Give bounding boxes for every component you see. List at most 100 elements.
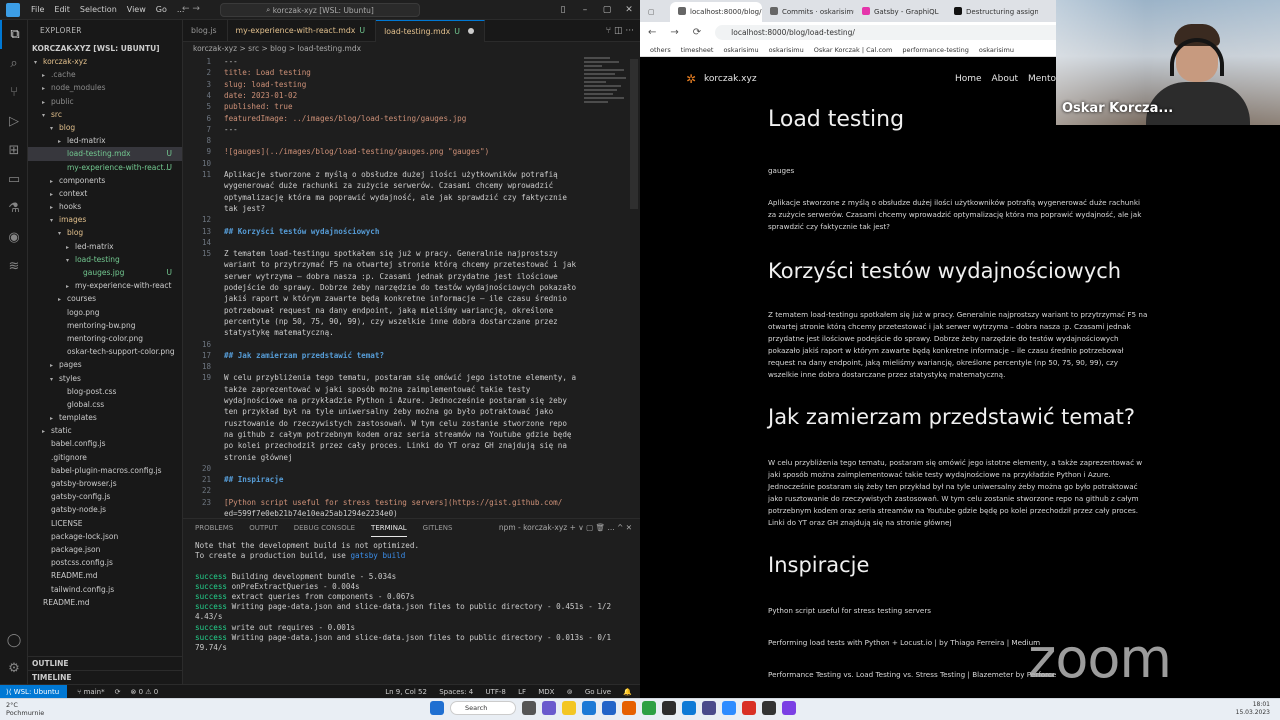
bookmark-item[interactable]: oskarisimu	[723, 46, 758, 54]
sync-icon[interactable]: ⟳	[115, 688, 121, 696]
code-line[interactable]: Z tematem load-testingu spotkałem się ju…	[224, 249, 558, 258]
docker-icon[interactable]: ≋	[0, 252, 28, 281]
menu-selection[interactable]: Selection	[75, 5, 122, 14]
tree-item[interactable]: gatsby-config.js	[28, 490, 182, 503]
tree-item[interactable]: ▸ courses	[28, 292, 182, 305]
workspace-root[interactable]: KORCZAK-XYZ [WSL: UBUNTU]	[28, 42, 182, 55]
tree-item[interactable]: ▸ led-matrix	[28, 240, 182, 253]
tree-item[interactable]: ▾ styles	[28, 372, 182, 385]
end-of-line[interactable]: LF	[518, 688, 526, 696]
terminal-icon[interactable]	[662, 701, 676, 715]
code-line[interactable]: ten przykład był na tyle uniwersalny żeb…	[224, 407, 553, 416]
layout-toggle-icon[interactable]: ▯	[552, 0, 574, 20]
site-name[interactable]: korczak.xyz	[704, 74, 757, 84]
article-link[interactable]: Python script useful for stress testing …	[768, 605, 1148, 617]
code-line[interactable]: featuredImage: ../images/blog/load-testi…	[224, 114, 466, 123]
task-view-icon[interactable]	[522, 701, 536, 715]
tree-item[interactable]: ▾ src	[28, 108, 182, 121]
search-view-icon[interactable]: ⌕	[0, 49, 28, 78]
menu-go[interactable]: Go	[151, 5, 172, 14]
code-line[interactable]: Aplikacje stworzone z myślą o obsłudze d…	[224, 170, 558, 179]
menu-edit[interactable]: Edit	[49, 5, 75, 14]
code-line[interactable]: tak jest?	[224, 204, 265, 213]
forward-icon[interactable]: →	[670, 27, 678, 38]
obs-icon[interactable]	[762, 701, 776, 715]
tree-item[interactable]: ▾ load-testing	[28, 253, 182, 266]
source-control-icon[interactable]: ⑂	[0, 78, 28, 107]
code-line[interactable]: podejście do sprawy. Dobrze żeby narzędz…	[224, 283, 576, 292]
code-line[interactable]: W celu przybliżenia tego tematu, postara…	[224, 373, 576, 382]
code-editor[interactable]: 1 2 3 4 5 6 7 8 9 10 11 12 13 14 15 16 17 18 19 20 21 22 23 --…	[183, 55, 640, 518]
back-icon[interactable]: ←	[648, 27, 656, 38]
spotify-icon[interactable]	[642, 701, 656, 715]
bookmark-item[interactable]: performance-testing	[902, 46, 969, 54]
remote-indicator[interactable]: ⟩⟨ WSL: Ubuntu	[0, 684, 68, 699]
code-line[interactable]: po kolei przechodził przez cały proces. …	[224, 441, 567, 450]
tree-item[interactable]: ▾ korczak-xyz	[28, 55, 182, 68]
code-line[interactable]: ---	[224, 57, 238, 66]
code-line[interactable]: jakiś raport w którym zawarte będą konkr…	[224, 294, 567, 303]
gitlens-icon[interactable]: ◉	[0, 223, 28, 252]
code-line[interactable]: ## Jak zamierzam przedstawić temat?	[224, 351, 384, 360]
weather-widget[interactable]: 2°C Pochmurnie	[6, 701, 44, 717]
start-icon[interactable]	[430, 701, 444, 715]
editor-scrollbar[interactable]	[630, 59, 638, 209]
extensions-icon[interactable]: ⊞	[0, 136, 28, 165]
panel-tab-problems[interactable]: PROBLEMS	[195, 519, 233, 537]
notifications-icon[interactable]: 🔔	[623, 688, 632, 696]
code-line[interactable]: wydajnościowe na przykładzie Python i Az…	[224, 396, 567, 405]
tree-item[interactable]: ▸ components	[28, 174, 182, 187]
tab-my-experience[interactable]: my-experience-with-react.mdx U	[228, 20, 377, 42]
tree-item[interactable]: gatsby-browser.js	[28, 477, 182, 490]
address-bar[interactable]: localhost:8000/blog/load-testing/	[715, 25, 1096, 40]
breadcrumb[interactable]: korczak-xyz > src > blog > load-testing.…	[183, 42, 640, 55]
outline-section[interactable]: OUTLINE	[28, 656, 182, 670]
code-line[interactable]: optymalizację która ma poprawić wydajnoś…	[224, 193, 567, 202]
tree-item[interactable]: ▾ blog	[28, 121, 182, 134]
tree-item[interactable]: ▸ node_modules	[28, 81, 182, 94]
tree-item[interactable]: ▸ my-experience-with-react	[28, 279, 182, 292]
panel-tab-gitlens[interactable]: GITLENS	[423, 519, 453, 537]
tree-item[interactable]: ▸ templates	[28, 411, 182, 424]
tree-item[interactable]: my-experience-with-react... U	[28, 161, 182, 174]
encoding[interactable]: UTF-8	[485, 688, 505, 696]
code-line[interactable]: ed=599f7e0eb21b74e10ea25ab1294e2234e0)	[224, 509, 398, 518]
tree-item[interactable]: blog-post.css	[28, 385, 182, 398]
tree-item[interactable]: ▾ blog	[28, 226, 182, 239]
discord-icon[interactable]	[702, 701, 716, 715]
code-line[interactable]: wariant to przytrzymać F5 na otwartej st…	[224, 260, 576, 269]
system-clock[interactable]: 18:01 15.03.2023	[1236, 701, 1270, 717]
code-line[interactable]: statystykę matematyczną.	[224, 328, 334, 337]
language-mode[interactable]: MDX	[538, 688, 554, 696]
edge-icon[interactable]	[582, 701, 596, 715]
tree-item[interactable]: postcss.config.js	[28, 556, 182, 569]
browser-tab-graphiql[interactable]: Gatsby - GraphiQL	[854, 2, 946, 22]
problems-indicator[interactable]: ⊗ 0 ⚠ 0	[130, 688, 158, 696]
indentation[interactable]: Spaces: 4	[439, 688, 473, 696]
zoom-icon[interactable]	[722, 701, 736, 715]
code-line[interactable]: ---	[224, 125, 238, 134]
tree-item[interactable]: mentoring-bw.png	[28, 319, 182, 332]
terminal-output[interactable]: Note that the development build is not o…	[195, 541, 635, 653]
timeline-section[interactable]: TIMELINE	[28, 670, 182, 684]
reload-icon[interactable]: ⟳	[693, 27, 701, 38]
tree-item[interactable]: ▸ pages	[28, 358, 182, 371]
code-line[interactable]: date: 2023-01-02	[224, 91, 297, 100]
code-line[interactable]: także zaprezentować w jaki sposób można …	[224, 385, 530, 394]
tree-item[interactable]: package.json	[28, 543, 182, 556]
settings-gear-icon[interactable]: ⚙	[0, 654, 28, 683]
code-line[interactable]: title: Load testing	[224, 68, 311, 77]
nav-home[interactable]: Home	[955, 74, 982, 84]
go-live-button[interactable]: ⊚ Go Live	[567, 688, 611, 696]
code-line[interactable]: slug: load-testing	[224, 80, 306, 89]
tree-item[interactable]: package-lock.json	[28, 530, 182, 543]
account-icon[interactable]: ◯	[0, 626, 28, 655]
command-center-search[interactable]: ⌕ korczak-xyz [WSL: Ubuntu]	[220, 3, 420, 17]
bookmark-item[interactable]: oskarisimu	[979, 46, 1014, 54]
code-line[interactable]: stronie głównej	[224, 453, 293, 462]
maximize-icon[interactable]: ▢	[596, 0, 618, 20]
panel-tab-output[interactable]: OUTPUT	[249, 519, 278, 537]
tab-load-testing[interactable]: load-testing.mdx U	[376, 20, 485, 42]
menu-file[interactable]: File	[26, 5, 49, 14]
tree-item[interactable]: ▸ .cache	[28, 68, 182, 81]
